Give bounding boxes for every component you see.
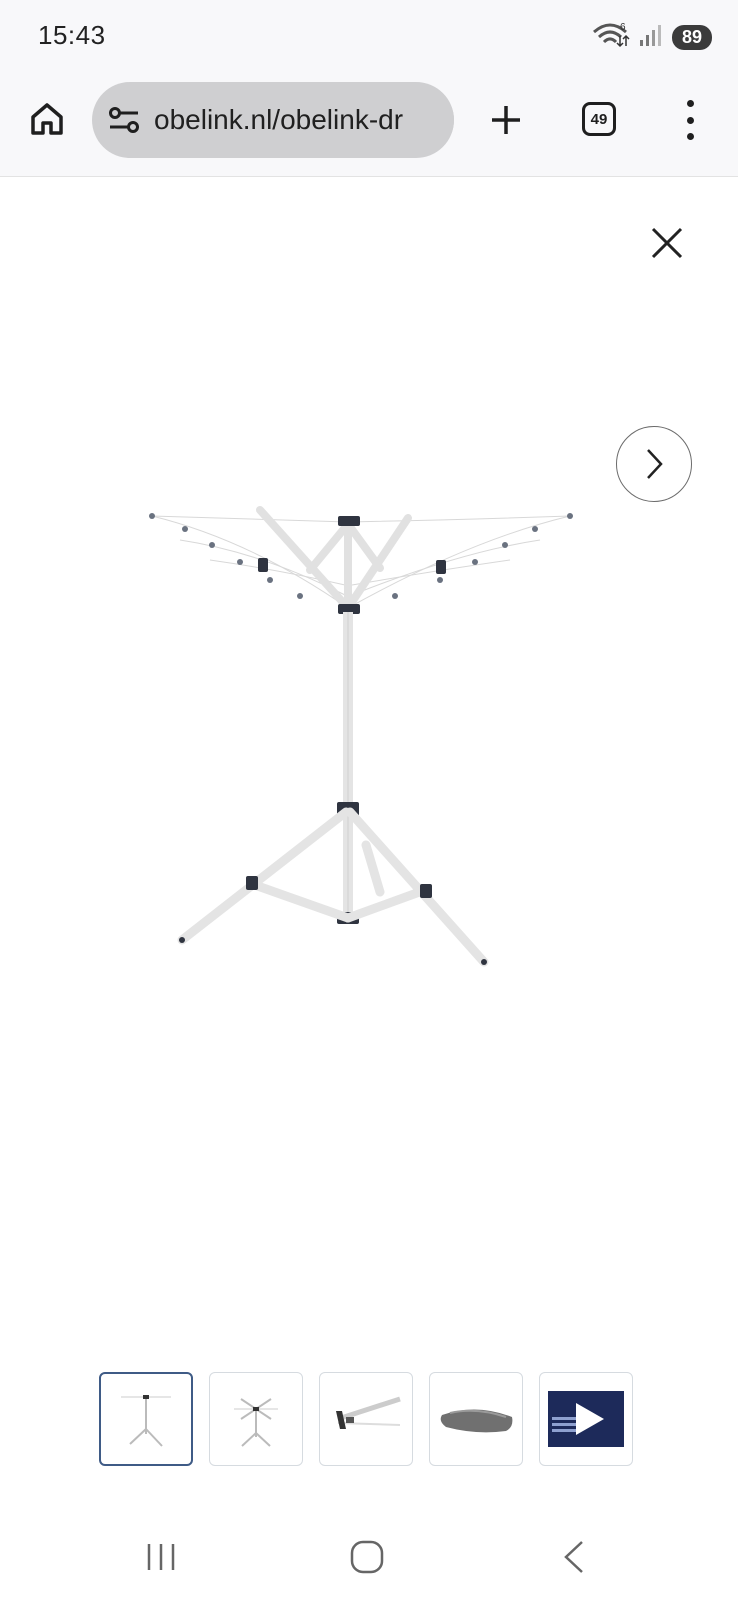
close-button[interactable] bbox=[650, 226, 684, 260]
thumb-dryer-angle[interactable] bbox=[209, 1372, 303, 1466]
recents-button[interactable] bbox=[145, 1542, 177, 1577]
chevron-right-icon bbox=[647, 449, 663, 479]
new-tab-button[interactable] bbox=[486, 100, 526, 140]
wifi-icon: 6 bbox=[590, 20, 630, 55]
home-button[interactable] bbox=[26, 98, 68, 140]
recents-icon bbox=[147, 1544, 175, 1570]
thumb-dryer-folded[interactable] bbox=[319, 1372, 413, 1466]
dryer-angle-thumbnail-image bbox=[234, 1398, 278, 1447]
url-text[interactable]: obelink.nl/obelink-dr bbox=[154, 104, 403, 136]
folded-dryer-thumbnail-image bbox=[336, 1396, 401, 1429]
plus-icon bbox=[492, 106, 520, 134]
tab-switcher-button[interactable]: 49 bbox=[582, 102, 616, 136]
thumbnail-strip bbox=[99, 1372, 633, 1466]
thumb-dryer-front[interactable] bbox=[99, 1372, 193, 1466]
home-icon bbox=[31, 103, 63, 135]
thumb-carry-bag[interactable] bbox=[429, 1372, 523, 1466]
signal-icon bbox=[638, 22, 664, 53]
status-bar: 15:43 6 89 bbox=[0, 0, 738, 72]
thumb-video[interactable] bbox=[539, 1372, 633, 1466]
status-time: 15:43 bbox=[38, 20, 106, 50]
back-icon bbox=[564, 1541, 583, 1573]
address-bar[interactable]: obelink.nl/obelink-dr bbox=[92, 82, 454, 158]
browser-toolbar: obelink.nl/obelink-dr 49 bbox=[0, 72, 738, 177]
status-icons: 6 89 bbox=[590, 20, 712, 55]
home-circle-icon bbox=[350, 1540, 384, 1574]
tab-count: 49 bbox=[590, 110, 608, 128]
system-back-button[interactable] bbox=[562, 1540, 586, 1579]
battery-indicator: 89 bbox=[671, 25, 712, 50]
system-home-button[interactable] bbox=[350, 1540, 384, 1579]
wifi-badge: 6 bbox=[620, 22, 626, 33]
rotary-clothes-dryer-image[interactable] bbox=[140, 500, 600, 1000]
more-vert-icon[interactable] bbox=[680, 100, 700, 140]
url-fade bbox=[428, 82, 454, 158]
system-nav-bar bbox=[0, 1508, 738, 1600]
tune-icon[interactable] bbox=[108, 106, 140, 134]
carry-bag-thumbnail-image bbox=[440, 1409, 513, 1433]
video-thumbnail-image bbox=[548, 1391, 624, 1447]
close-icon bbox=[651, 227, 683, 259]
dryer-thumbnail-image bbox=[121, 1395, 171, 1447]
next-image-button[interactable] bbox=[616, 426, 692, 502]
